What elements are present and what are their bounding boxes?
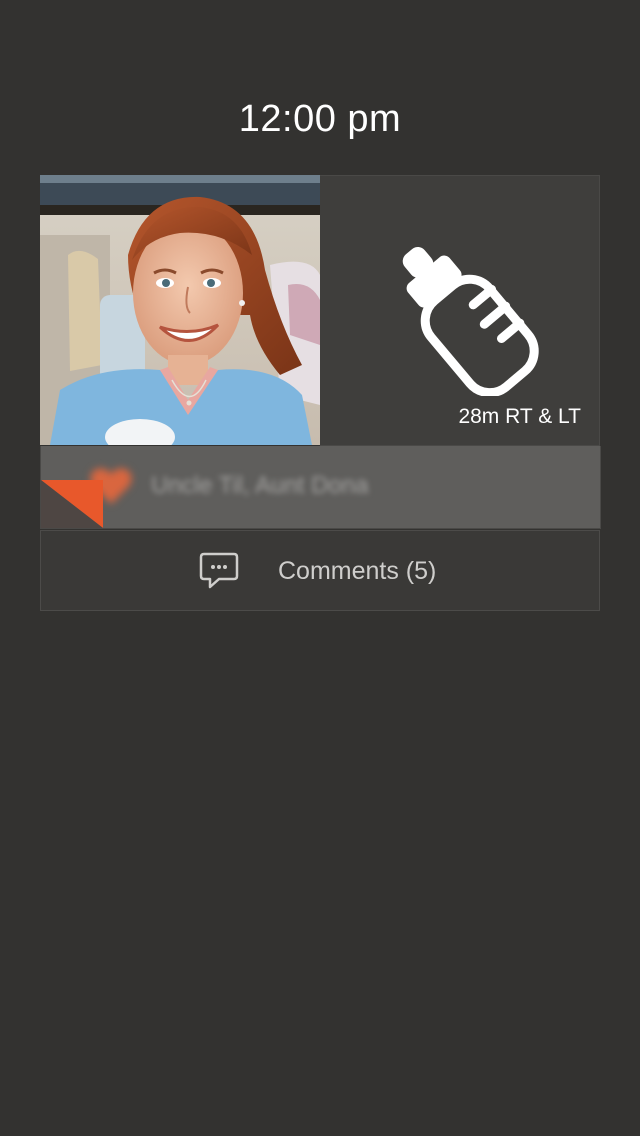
feeding-tile[interactable]: 28m RT & LT — [320, 175, 600, 446]
comments-label: Comments (5) — [278, 557, 437, 585]
comments-button[interactable]: Comments (5) — [40, 530, 600, 611]
speech-bubble-icon — [199, 552, 239, 589]
corner-flag-icon — [41, 480, 103, 528]
photo-image — [40, 175, 320, 445]
entry-photo[interactable] — [40, 175, 320, 445]
feeding-duration-label: 28m RT & LT — [458, 405, 581, 428]
baby-bottle-icon — [402, 246, 539, 396]
feed-entry-card: 28m RT & LT Uncle Til, Aunt Dona Comment… — [40, 175, 601, 611]
author-name: Uncle Til, Aunt Dona — [151, 472, 369, 499]
time-heading: 12:00 pm — [238, 98, 402, 140]
author-bar[interactable]: Uncle Til, Aunt Dona — [40, 446, 601, 529]
